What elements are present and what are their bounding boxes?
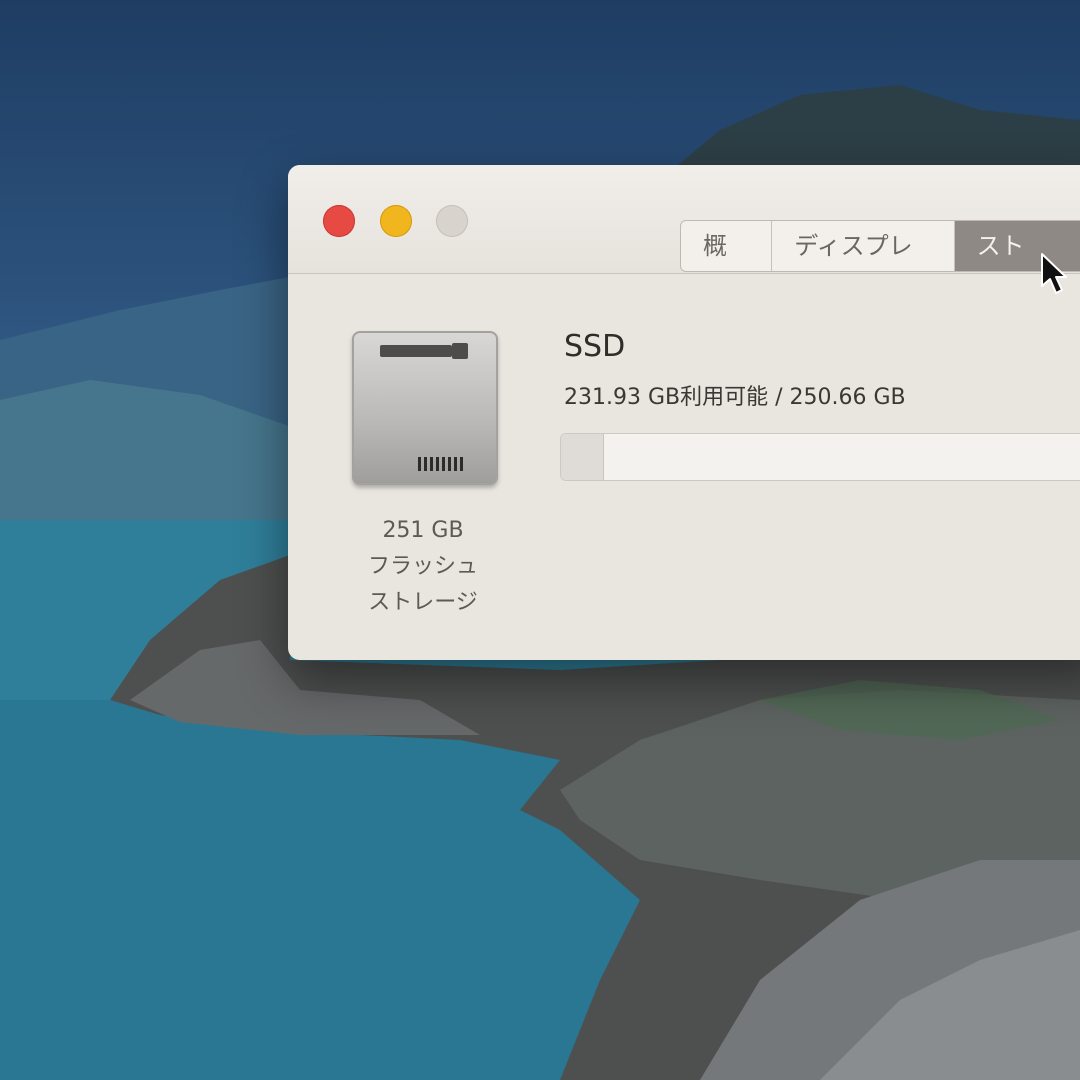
window-titlebar: 概要 ディスプレイ ストレ xyxy=(288,165,1080,274)
drive-size: 251 GB xyxy=(382,518,464,543)
mouse-pointer-icon xyxy=(1041,253,1067,294)
drive-connector xyxy=(418,457,464,471)
tab-overview[interactable]: 概要 xyxy=(681,221,773,271)
tab-displays[interactable]: ディスプレイ xyxy=(772,221,955,271)
zoom-icon xyxy=(436,205,468,237)
volume-capacity: 231.93 GB利用可能 / 250.66 GB xyxy=(564,385,906,410)
storage-usage-bar xyxy=(560,433,1080,481)
storage-pane: 251 GB フラッシュ ストレージ SSD 231.93 GB利用可能 / 2… xyxy=(288,273,1080,660)
drive-type-line2: ストレージ xyxy=(368,590,478,615)
close-icon[interactable] xyxy=(323,205,355,237)
about-this-mac-window: 概要 ディスプレイ ストレ 251 GB フラッシュ ストレージ SSD 231… xyxy=(288,165,1080,660)
drive-label-mark xyxy=(452,343,468,359)
minimize-icon[interactable] xyxy=(380,205,412,237)
drive-type-line1: フラッシュ xyxy=(367,554,478,579)
tab-bar: 概要 ディスプレイ ストレ xyxy=(680,220,1080,272)
storage-usage-fill xyxy=(561,434,604,480)
volume-name: SSD xyxy=(564,329,626,364)
drive-caption: 251 GB フラッシュ ストレージ xyxy=(328,513,518,621)
drive-label-plate xyxy=(380,345,452,357)
flash-storage-icon xyxy=(352,331,498,485)
